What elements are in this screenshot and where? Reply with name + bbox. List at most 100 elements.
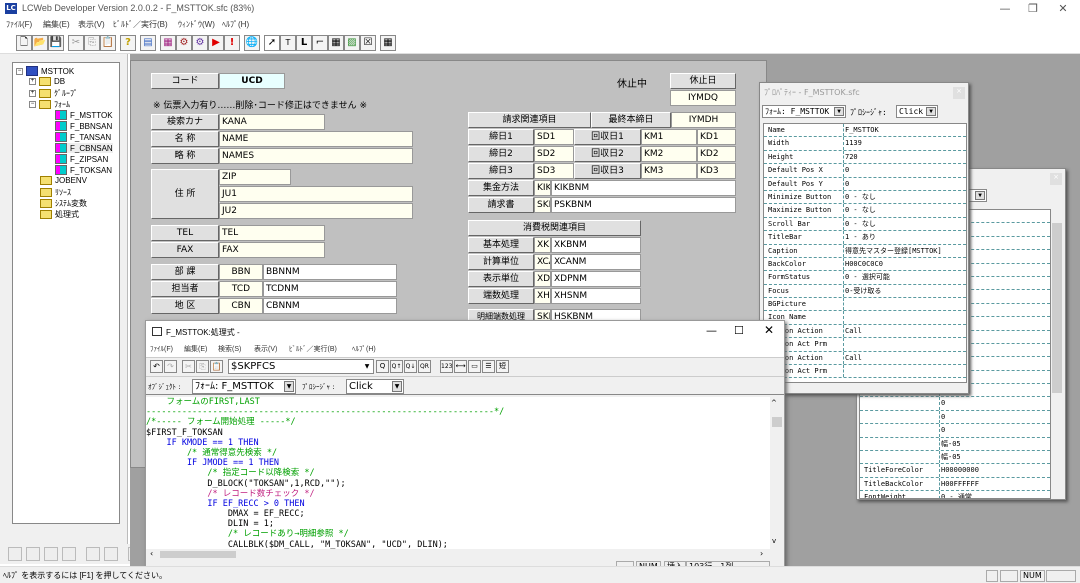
fax-field[interactable]: FAX xyxy=(219,242,325,258)
vertical-scrollbar[interactable] xyxy=(1051,209,1063,499)
search-input[interactable]: $SKPFCS ▼ xyxy=(228,359,374,374)
dept-code-field[interactable]: BBN xyxy=(219,264,263,280)
menu-window[interactable]: ｳｨﾝﾄﾞｳ(W) xyxy=(178,19,215,30)
code-line[interactable]: フォームのFIRST,LAST xyxy=(146,397,770,407)
property-row[interactable]: Button Act Prm xyxy=(764,338,966,352)
code-line[interactable]: /* 指定コード以降検索 */ xyxy=(146,468,770,478)
code-line[interactable]: ----------------------------------------… xyxy=(146,407,770,417)
run-icon[interactable]: ▶ xyxy=(208,35,224,51)
close-button[interactable]: ✕ xyxy=(764,323,774,337)
address2-field[interactable]: JU2 xyxy=(219,203,413,219)
tax-basic-code[interactable]: XKB xyxy=(534,237,551,253)
property-value[interactable] xyxy=(844,365,966,377)
tree-item-f-toksan[interactable]: F_TOKSAN xyxy=(55,165,112,175)
property-row[interactable]: Icon Name xyxy=(764,311,966,325)
property-row[interactable]: FormStatus 0 - 選択可能 xyxy=(764,271,966,285)
code-line[interactable]: /* レコードあり→明細参照 */ xyxy=(146,529,770,539)
property-row[interactable]: Height 720 xyxy=(764,150,966,165)
save-icon[interactable]: 💾 xyxy=(48,35,64,51)
property-value[interactable]: 得意先マスター登録[MSTTOK] xyxy=(844,245,966,257)
property-value[interactable]: 0 xyxy=(940,397,1050,409)
open-file-icon[interactable]: 📂 xyxy=(32,35,48,51)
property-value[interactable]: 0 xyxy=(940,424,1050,436)
code-line[interactable]: IF JMODE == 1 THEN xyxy=(146,458,770,468)
tree-item-f-zipsan[interactable]: F_ZIPSAN xyxy=(55,154,108,164)
staff-code-field[interactable]: TCD xyxy=(219,281,263,297)
properties-icon[interactable]: ▤ xyxy=(140,35,156,51)
tree-item-f-tansan[interactable]: F_TANSAN xyxy=(55,132,111,142)
paste-icon[interactable]: 📋 xyxy=(100,35,116,51)
short-name-field[interactable]: NAMES xyxy=(219,148,413,164)
property-row[interactable]: 0 xyxy=(860,424,1050,438)
close-icon[interactable]: × xyxy=(953,87,965,99)
line-number-icon[interactable]: 123 xyxy=(440,360,453,373)
collect-month2-field[interactable]: KM2 xyxy=(641,146,697,162)
property-row[interactable]: TitleBar 1 - あり xyxy=(764,231,966,245)
collect-method-code[interactable]: KIKB xyxy=(534,180,551,196)
tax-round-name[interactable]: XHSNM xyxy=(551,288,641,304)
tree-root[interactable]: − MSTTOK xyxy=(16,66,74,76)
field-icon[interactable]: ▭ xyxy=(468,360,481,373)
collect-day2-field[interactable]: KD2 xyxy=(697,146,736,162)
scroll-right-icon[interactable]: › xyxy=(760,549,763,558)
property-value[interactable]: F_MSTTOK xyxy=(844,124,966,136)
property-row[interactable]: Maximize Button 0 - なし xyxy=(764,204,966,218)
menu-help[interactable]: ﾍﾙﾌﾟ(H) xyxy=(352,344,376,354)
property-row[interactable]: 0 xyxy=(860,397,1050,411)
collapse-icon[interactable]: − xyxy=(29,101,36,108)
property-row[interactable]: 幅-05 xyxy=(860,451,1050,465)
short-icon[interactable]: 短 xyxy=(496,360,509,373)
property-value[interactable]: 0 - なし xyxy=(844,204,966,216)
menu-build[interactable]: ﾋﾞﾙﾄﾞ／実行(B) xyxy=(289,344,337,354)
paste-icon[interactable]: 📋 xyxy=(210,360,223,373)
zip-field[interactable]: ZIP xyxy=(219,169,291,185)
tree-item-jobenv[interactable]: JOBENV xyxy=(40,176,87,185)
tree-item-form[interactable]: − ﾌｫｰﾑ xyxy=(29,99,70,110)
last-close-field[interactable]: IYMDH xyxy=(671,112,736,128)
scrollbar-thumb[interactable] xyxy=(160,551,236,558)
property-value[interactable]: H00C0C0C0 xyxy=(844,258,966,270)
name-field[interactable]: NAME xyxy=(219,131,413,147)
compile-icon[interactable]: ⚙ xyxy=(176,35,192,51)
redo-icon[interactable]: ↷ xyxy=(164,360,177,373)
tree-item-procedures[interactable]: 処理式 xyxy=(40,209,79,220)
property-value[interactable]: 0 - なし xyxy=(844,191,966,203)
menu-build[interactable]: ﾋﾞﾙﾄﾞ／実行(B) xyxy=(113,19,168,30)
align-bottom-icon[interactable] xyxy=(62,547,76,561)
property-row[interactable]: Scroll Bar 0 - なし xyxy=(764,217,966,232)
list-icon[interactable]: ☰ xyxy=(482,360,495,373)
align-top-icon[interactable] xyxy=(44,547,58,561)
build-icon[interactable]: ▦ xyxy=(160,35,176,51)
code-line[interactable]: IF KMODE == 1 THEN xyxy=(146,438,770,448)
copy-icon[interactable]: ⎘ xyxy=(196,360,209,373)
dropdown-icon[interactable]: ▼ xyxy=(362,361,372,372)
code-line[interactable]: CALLBLK($DM_CALL, "M_TOKSAN", "UCD", DLI… xyxy=(146,540,770,549)
suspend-date-field[interactable]: IYMDQ xyxy=(670,90,736,106)
tree-item-system-vars[interactable]: ｼｽﾃﾑ変数 xyxy=(40,198,87,209)
minimize-button[interactable]: — xyxy=(706,324,717,337)
same-width-icon[interactable] xyxy=(86,547,100,561)
property-value[interactable]: Call xyxy=(844,352,966,364)
menu-search[interactable]: 検索(S) xyxy=(218,344,241,354)
collect-month3-field[interactable]: KM3 xyxy=(641,163,697,179)
tree-item-f-cbnsan[interactable]: F_CBNSAN xyxy=(55,143,113,153)
code-line[interactable]: DLIN = 1; xyxy=(146,519,770,529)
label-tool-icon[interactable]: L xyxy=(296,35,312,51)
property-row[interactable]: Focus 0-受け取る xyxy=(764,284,966,299)
property-value[interactable]: 0 - 選択可能 xyxy=(844,271,966,283)
menu-file[interactable]: ﾌｧｲﾙ(F) xyxy=(6,19,32,30)
form-combo[interactable]: ﾌｫｰﾑ: F_MSTTOK ▼ xyxy=(762,105,846,118)
new-file-icon[interactable]: 🗋 xyxy=(16,35,32,51)
tax-round-code[interactable]: XHS xyxy=(534,288,551,304)
property-row[interactable]: 幅-05 xyxy=(860,437,1050,452)
object-combo[interactable]: ﾌｫｰﾑ: F_MSTTOK ▼ xyxy=(192,379,296,394)
collapse-icon[interactable]: − xyxy=(16,67,23,75)
help-icon[interactable]: ? xyxy=(120,35,136,51)
line-tool-icon[interactable]: ⌐ xyxy=(312,35,328,51)
expand-icon[interactable]: + xyxy=(29,90,36,97)
textbox-tool-icon[interactable]: T xyxy=(280,35,296,51)
scrollbar-thumb[interactable] xyxy=(772,417,782,427)
property-value[interactable]: 720 xyxy=(844,151,966,163)
invoice-name[interactable]: PSKBNM xyxy=(551,197,736,213)
property-value[interactable] xyxy=(844,298,966,310)
